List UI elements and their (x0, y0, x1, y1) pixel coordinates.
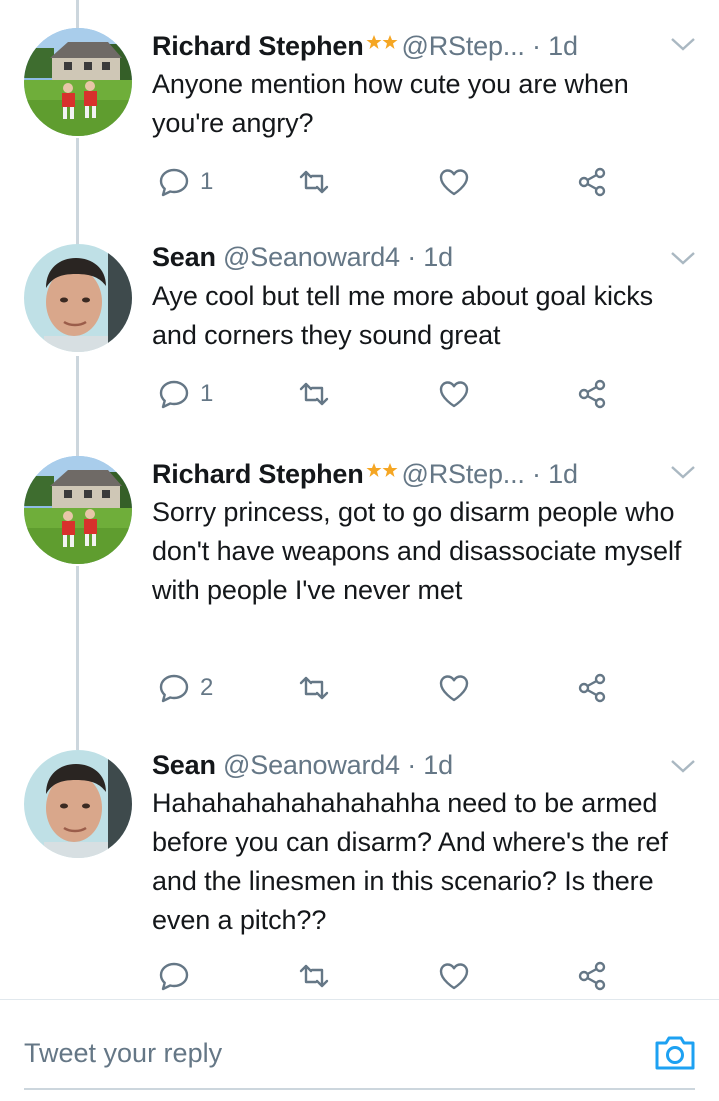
tweet-header: Richard Stephen @RStep... · 1d (152, 454, 578, 494)
reply-count: 1 (200, 168, 214, 195)
tweet-header: Richard Stephen @RStep... · 1d (152, 26, 578, 66)
avatar-man-image (24, 244, 132, 352)
like-button[interactable] (438, 956, 470, 996)
chevron-down-icon[interactable] (669, 462, 697, 482)
camera-icon[interactable] (653, 1030, 697, 1074)
author-name[interactable]: Sean (152, 750, 216, 780)
share-button[interactable] (576, 668, 608, 708)
author-handle[interactable]: @Seanoward4 (223, 750, 400, 780)
reply-icon (159, 674, 189, 703)
avatar[interactable] (24, 28, 132, 136)
tweet-actions: 1 (152, 162, 632, 202)
share-icon (578, 673, 606, 703)
reply-count: 2 (200, 674, 214, 701)
tweet-header: Sean @Seanoward4 · 1d (152, 748, 453, 782)
avatar[interactable] (24, 244, 132, 352)
author-name[interactable]: Sean (152, 242, 216, 272)
reply-icon (159, 168, 189, 197)
reply-underline (24, 1088, 695, 1090)
retweet-button[interactable] (298, 162, 330, 202)
tweet-text: Sorry princess, got to go disarm people … (152, 497, 682, 605)
timestamp[interactable]: 1d (548, 459, 578, 489)
reply-icon (159, 380, 189, 409)
reply-button[interactable]: 1 (158, 162, 213, 202)
avatar-house-kids-image (24, 456, 132, 564)
share-button[interactable] (576, 162, 608, 202)
timestamp[interactable]: 1d (548, 31, 578, 61)
chevron-down-icon[interactable] (669, 34, 697, 54)
reply-count: 1 (200, 380, 214, 407)
like-button[interactable] (438, 668, 470, 708)
retweet-icon (299, 676, 329, 700)
stars-emoji (366, 454, 398, 494)
share-button[interactable] (576, 374, 608, 414)
separator-dot: · (407, 242, 416, 272)
tweet-header: Sean @Seanoward4 · 1d (152, 240, 453, 274)
tweet-actions: 2 (152, 668, 632, 708)
timestamp[interactable]: 1d (423, 750, 453, 780)
separator-dot: · (532, 31, 541, 61)
share-icon (578, 379, 606, 409)
tweet[interactable]: Sean @Seanoward4 · 1d Hahahahahahahahahh… (0, 734, 719, 996)
avatar[interactable] (24, 456, 132, 564)
author-handle[interactable]: @RStep... (402, 459, 525, 489)
author-handle[interactable]: @RStep... (402, 31, 525, 61)
tweet[interactable]: Sean @Seanoward4 · 1d Aye cool but tell … (0, 226, 719, 438)
reply-button[interactable] (158, 956, 200, 996)
separator-dot: · (407, 750, 416, 780)
like-button[interactable] (438, 374, 470, 414)
reply-input[interactable]: Tweet your reply (24, 1038, 222, 1069)
avatar[interactable] (24, 750, 132, 858)
retweet-icon (299, 170, 329, 194)
retweet-button[interactable] (298, 668, 330, 708)
tweet-text: Aye cool but tell me more about goal kic… (152, 281, 654, 350)
chevron-down-icon[interactable] (669, 756, 697, 776)
author-handle[interactable]: @Seanoward4 (223, 242, 400, 272)
reply-composer: Tweet your reply (0, 999, 719, 1101)
author-name[interactable]: Richard Stephen (152, 31, 364, 61)
author-name[interactable]: Richard Stephen (152, 459, 364, 489)
avatar-house-kids-image (24, 28, 132, 136)
stars-emoji (366, 26, 398, 66)
tweet-actions (152, 956, 632, 996)
retweet-icon (299, 382, 329, 406)
tweet-text: Hahahahahahahahahha need to be armed bef… (152, 788, 668, 935)
avatar-man-image (24, 750, 132, 858)
reply-button[interactable]: 2 (158, 668, 213, 708)
tweet[interactable]: Richard Stephen @RStep... · 1d Sorry prin… (0, 440, 719, 730)
like-button[interactable] (438, 162, 470, 202)
heart-icon (439, 381, 469, 408)
tweet[interactable]: Richard Stephen @RStep... · 1d Anyone men… (0, 12, 719, 222)
retweet-icon (299, 964, 329, 988)
tweet-text: Anyone mention how cute you are when you… (152, 69, 629, 138)
retweet-button[interactable] (298, 956, 330, 996)
retweet-button[interactable] (298, 374, 330, 414)
share-button[interactable] (576, 956, 608, 996)
tweet-actions: 1 (152, 374, 632, 414)
timestamp[interactable]: 1d (423, 242, 453, 272)
share-icon (578, 961, 606, 991)
reply-button[interactable]: 1 (158, 374, 213, 414)
reply-icon (159, 962, 189, 991)
heart-icon (439, 169, 469, 196)
heart-icon (439, 675, 469, 702)
chevron-down-icon[interactable] (669, 248, 697, 268)
share-icon (578, 167, 606, 197)
separator-dot: · (532, 459, 541, 489)
heart-icon (439, 963, 469, 990)
